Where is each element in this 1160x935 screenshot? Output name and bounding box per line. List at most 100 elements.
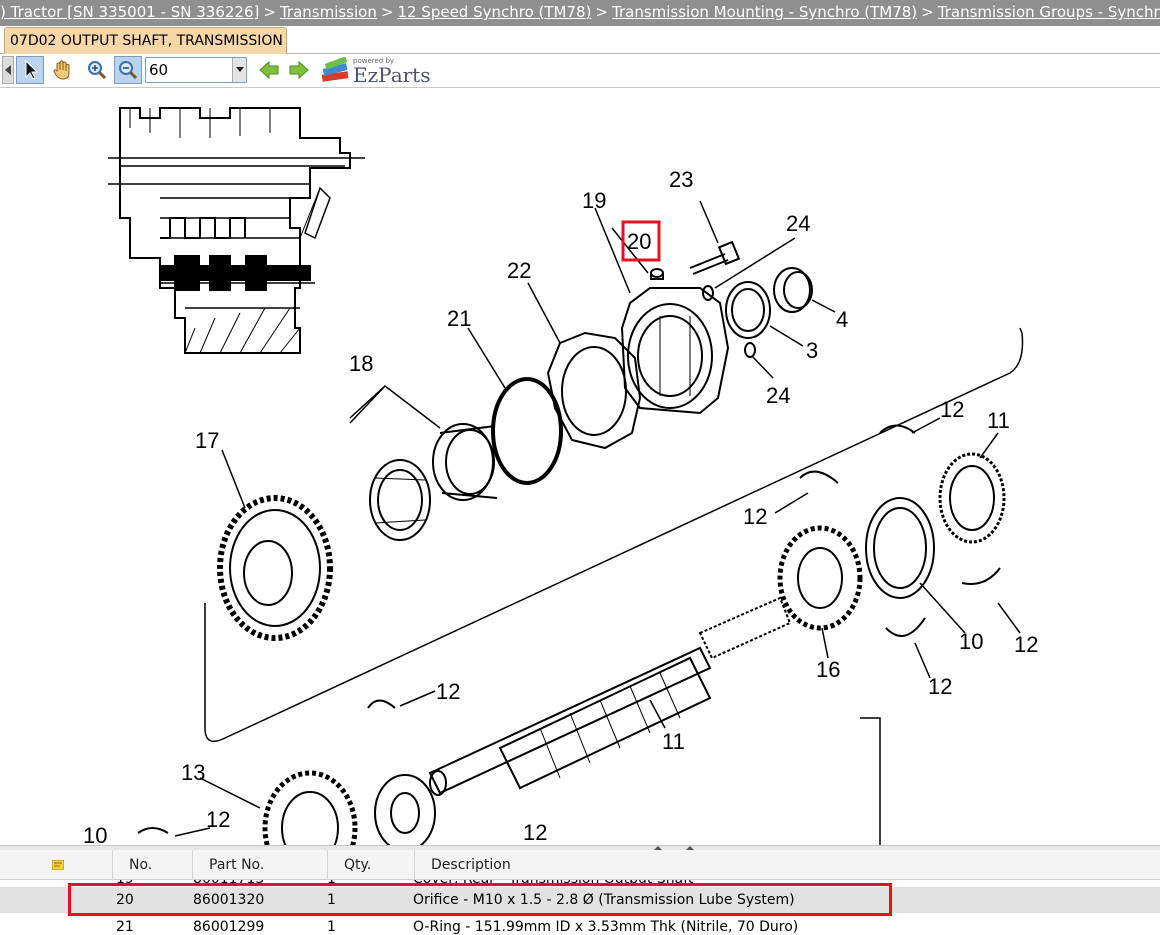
hub-part xyxy=(374,774,436,845)
zoom-level-select[interactable]: 60 xyxy=(145,57,247,83)
cell-qty: 1 xyxy=(327,892,336,908)
part-19-rear-cover[interactable] xyxy=(620,287,730,415)
parts-table-body: 19 86011713 1 Cover, Rear - Transmission… xyxy=(0,880,1160,935)
callout-12[interactable]: 12 xyxy=(743,504,767,529)
callout-12[interactable]: 12 xyxy=(436,679,460,704)
breadcrumb-item-tractor[interactable]: ) Tractor [SN 335001 - SN 336226] xyxy=(0,3,259,21)
part-24-plug-lower[interactable] xyxy=(744,342,756,358)
part-12-snap-ring[interactable] xyxy=(799,470,839,484)
arrow-pointer-icon xyxy=(25,59,39,80)
parts-table-header: No. Part No. Qty. Description xyxy=(0,850,1160,880)
cell-description: Orifice - M10 x 1.5 - 2.8 Ø (Transmissio… xyxy=(413,892,795,908)
part-10-synchro-ring[interactable] xyxy=(865,497,935,599)
zoom-in-button[interactable] xyxy=(83,56,111,84)
zoom-out-button[interactable] xyxy=(114,56,142,84)
callout-24-lower[interactable]: 24 xyxy=(766,383,790,408)
part-21-o-ring[interactable] xyxy=(491,377,563,485)
part-13-gear[interactable] xyxy=(262,770,358,845)
part-12-snap-ring[interactable] xyxy=(879,424,916,434)
tab-strip: 07D02 OUTPUT SHAFT, TRANSMISSION xyxy=(0,26,1160,54)
brand-name: EzParts xyxy=(353,63,431,87)
pan-tool-button[interactable] xyxy=(48,56,76,84)
tab-output-shaft[interactable]: 07D02 OUTPUT SHAFT, TRANSMISSION xyxy=(4,27,287,54)
callout-10[interactable]: 10 xyxy=(83,823,107,845)
part-17-gear[interactable] xyxy=(217,495,333,641)
part-16-gear[interactable] xyxy=(777,525,863,631)
breadcrumb-item-12-speed-synchro[interactable]: 12 Speed Synchro (TM78) xyxy=(397,3,591,21)
arrow-right-icon xyxy=(289,60,309,80)
table-row-selected[interactable]: 20 86001320 1 Orifice - M10 x 1.5 - 2.8 … xyxy=(0,887,1160,913)
cell-description: O-Ring - 151.99mm ID x 3.53mm Thk (Nitri… xyxy=(413,919,799,935)
ezparts-logo: powered by EzParts xyxy=(320,57,431,87)
hand-icon xyxy=(53,60,70,80)
part-12-snap-ring[interactable] xyxy=(367,699,396,709)
callout-22[interactable]: 22 xyxy=(507,258,531,283)
breadcrumb-item-transmission-groups[interactable]: Transmission Groups - Synchro (TM78) xyxy=(938,3,1160,21)
callout-12[interactable]: 12 xyxy=(206,807,230,832)
part-4-ring[interactable] xyxy=(773,267,813,313)
callout-12[interactable]: 12 xyxy=(928,674,952,699)
callout-24[interactable]: 24 xyxy=(786,211,810,236)
cell-part-no: 86001299 xyxy=(193,919,265,935)
breadcrumb-item-transmission-mounting[interactable]: Transmission Mounting - Synchro (TM78) xyxy=(612,3,917,21)
note-icon xyxy=(51,859,65,871)
callout-19[interactable]: 19 xyxy=(582,188,606,213)
column-qty-header[interactable]: Qty. xyxy=(327,850,414,880)
callout-12[interactable]: 12 xyxy=(940,397,964,422)
toolbar-scroll-left-button[interactable] xyxy=(2,56,14,84)
cell-part-no: 86001320 xyxy=(193,892,265,908)
callout-11[interactable]: 11 xyxy=(987,408,1010,433)
column-icon-header[interactable] xyxy=(0,850,112,880)
callout-3[interactable]: 3 xyxy=(806,338,818,363)
callout-10[interactable]: 10 xyxy=(959,629,983,654)
part-12-snap-ring[interactable] xyxy=(885,617,926,637)
callout-17[interactable]: 17 xyxy=(195,428,219,453)
callout-4[interactable]: 4 xyxy=(836,307,848,332)
column-no-header[interactable]: No. xyxy=(112,850,192,880)
parts-diagram[interactable]: 23 19 20 24 22 21 4 3 18 24 17 12 11 12 … xyxy=(0,88,1160,845)
callout-21[interactable]: 21 xyxy=(447,306,471,331)
books-icon xyxy=(321,57,349,82)
zoom-level-value: 60 xyxy=(149,61,169,79)
callout-23[interactable]: 23 xyxy=(669,167,693,192)
forward-button[interactable] xyxy=(285,56,313,84)
callout-13[interactable]: 13 xyxy=(181,760,205,785)
part-11-roller-bearing[interactable] xyxy=(938,452,1006,544)
part-20-orifice[interactable] xyxy=(650,268,664,280)
part-12-snap-ring[interactable] xyxy=(961,567,1001,585)
callout-11[interactable]: 11 xyxy=(662,729,685,754)
part-23-bolt[interactable] xyxy=(689,240,741,275)
zoom-out-icon xyxy=(119,61,138,80)
part-3-seal[interactable] xyxy=(725,281,771,339)
column-description-header[interactable]: Description xyxy=(414,850,1160,880)
table-row[interactable]: 21 86001299 1 O-Ring - 151.99mm ID x 3.5… xyxy=(0,914,1160,935)
arrow-left-icon xyxy=(259,60,279,80)
breadcrumb-separator: > xyxy=(921,3,934,21)
column-part-no-header[interactable]: Part No. xyxy=(192,850,327,880)
breadcrumb-separator: > xyxy=(595,3,608,21)
part-18-bearing[interactable] xyxy=(369,423,498,541)
part-11-output-shaft[interactable] xyxy=(428,596,792,796)
callout-16[interactable]: 16 xyxy=(816,657,840,682)
select-tool-button[interactable] xyxy=(16,56,44,84)
zoom-in-icon xyxy=(88,61,107,80)
group-outline xyxy=(204,327,1024,743)
cell-no: 20 xyxy=(116,892,134,908)
callout-12[interactable]: 12 xyxy=(1014,632,1038,657)
breadcrumb-separator: > xyxy=(380,3,394,21)
callout-20[interactable]: 20 xyxy=(627,229,651,254)
group-outline xyxy=(860,717,881,845)
breadcrumb: ) Tractor [SN 335001 - SN 336226] > Transm… xyxy=(0,0,1160,26)
exploded-view-drawing: 23 19 20 24 22 21 4 3 18 24 17 12 11 12 … xyxy=(83,107,1038,845)
callout-12[interactable]: 12 xyxy=(523,820,547,845)
toolbar: 60 powered by EzParts xyxy=(0,54,1160,88)
chevron-down-icon[interactable] xyxy=(232,58,246,82)
breadcrumb-item-transmission[interactable]: Transmission xyxy=(280,3,377,21)
cell-no: 21 xyxy=(116,919,134,935)
cell-qty: 1 xyxy=(327,919,336,935)
back-button[interactable] xyxy=(255,56,283,84)
transmission-inset-sketch xyxy=(108,107,365,354)
callout-18[interactable]: 18 xyxy=(349,351,373,376)
breadcrumb-separator: > xyxy=(263,3,276,21)
part-12-snap-ring[interactable] xyxy=(137,827,169,834)
